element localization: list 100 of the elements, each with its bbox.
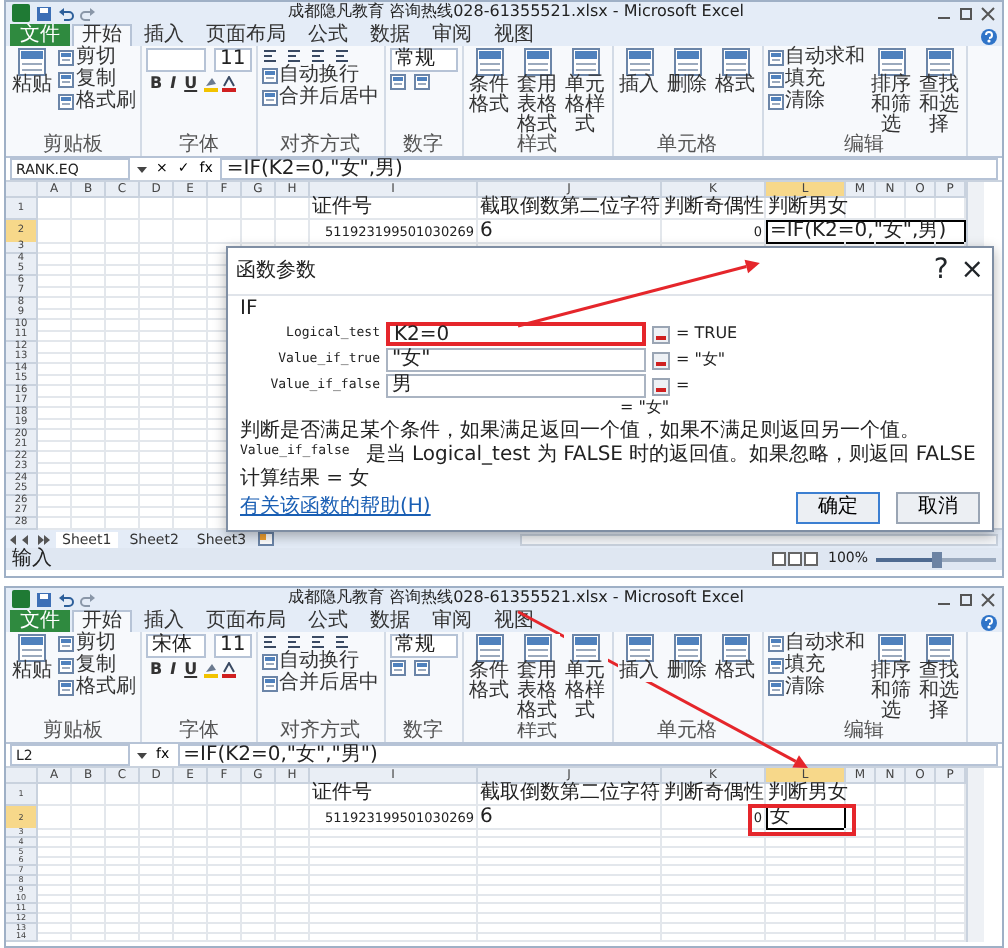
- sheet-navigation-icon[interactable]: [10, 533, 50, 545]
- ribbon-button[interactable]: 清除: [767, 678, 866, 698]
- file-tab[interactable]: 文件: [10, 24, 70, 46]
- font-size-field[interactable]: 11: [214, 634, 252, 658]
- active-cell[interactable]: 女: [766, 806, 846, 830]
- ribbon-tab[interactable]: 页面布局: [196, 610, 296, 632]
- ribbon-button[interactable]: 排序和筛选: [869, 48, 914, 136]
- format-button[interactable]: I: [166, 662, 181, 680]
- ribbon-tab[interactable]: 审阅: [422, 610, 482, 632]
- caret-icon[interactable]: [136, 749, 148, 761]
- ribbon-tab[interactable]: 插入: [134, 610, 194, 632]
- help-link[interactable]: 有关该函数的帮助(H): [240, 496, 431, 519]
- ribbon-button[interactable]: 单元格样式: [563, 48, 608, 136]
- collapse-icon[interactable]: [652, 377, 670, 395]
- ribbon-button[interactable]: 条件格式: [467, 634, 512, 702]
- horizontal-scrollbar[interactable]: [520, 533, 998, 545]
- ribbon-button[interactable]: 自动换行: [261, 66, 380, 86]
- align-icon[interactable]: [261, 48, 278, 64]
- help-icon[interactable]: [980, 28, 998, 46]
- close-icon[interactable]: [980, 5, 996, 21]
- dialog-button[interactable]: 取消: [896, 491, 980, 524]
- file-tab[interactable]: 文件: [10, 610, 70, 632]
- ribbon-button[interactable]: 插入: [617, 48, 662, 96]
- ribbon-button[interactable]: 填充: [767, 656, 866, 676]
- ribbon-tab[interactable]: 开始: [72, 24, 132, 46]
- number-format-field[interactable]: 常规: [389, 634, 458, 658]
- ribbon-button[interactable]: 剪切: [58, 634, 136, 654]
- number-format-field[interactable]: 常规: [389, 48, 458, 72]
- formula-field[interactable]: =IF(K2=0,"女",男): [220, 158, 998, 180]
- ribbon-tab[interactable]: 公式: [298, 610, 358, 632]
- ribbon-tab[interactable]: 视图: [484, 24, 544, 46]
- align-icon[interactable]: [285, 634, 302, 650]
- ribbon-button[interactable]: 删除: [665, 634, 710, 682]
- zoom-thumb[interactable]: [931, 551, 941, 567]
- ribbon-button[interactable]: 粘贴: [10, 48, 54, 96]
- ribbon-button[interactable]: 自动换行: [261, 652, 380, 672]
- active-cell[interactable]: =IF(K2=0,"女",男): [766, 220, 966, 244]
- ribbon-button[interactable]: 粘贴: [10, 634, 54, 682]
- ribbon-button[interactable]: 清除: [767, 92, 866, 112]
- ribbon-button[interactable]: 套用表格格式: [515, 48, 560, 136]
- format-button[interactable]: U: [180, 662, 202, 680]
- ribbon-button[interactable]: 复制: [58, 656, 136, 676]
- font-color-icon[interactable]: [219, 76, 238, 94]
- align-icon[interactable]: [261, 634, 278, 650]
- ribbon-button[interactable]: 查找和选择: [917, 48, 962, 136]
- ribbon-tab[interactable]: 公式: [298, 24, 358, 46]
- maximize-icon[interactable]: [958, 591, 974, 607]
- ribbon-button[interactable]: 格式: [713, 634, 758, 682]
- align-icon[interactable]: [333, 634, 350, 650]
- close-icon[interactable]: [980, 591, 996, 607]
- vertical-scrollbar[interactable]: [966, 768, 984, 942]
- ribbon-button[interactable]: 格式: [713, 48, 758, 96]
- argument-field[interactable]: 男: [386, 374, 646, 398]
- save-icon[interactable]: [36, 591, 52, 607]
- undo-icon[interactable]: [58, 591, 74, 607]
- format-button[interactable]: U: [180, 76, 202, 94]
- format-button[interactable]: I: [166, 76, 181, 94]
- undo-icon[interactable]: [58, 5, 74, 21]
- ribbon-tab[interactable]: 数据: [360, 610, 420, 632]
- formula-field[interactable]: =IF(K2=0,"女","男"): [177, 744, 998, 766]
- caret-icon[interactable]: [136, 163, 148, 175]
- ribbon-button[interactable]: 排序和筛选: [869, 634, 914, 722]
- ribbon-button[interactable]: 条件格式: [467, 48, 512, 116]
- font-size-field[interactable]: 11: [214, 48, 252, 72]
- fill-color-icon[interactable]: [201, 76, 220, 94]
- save-icon[interactable]: [36, 5, 52, 21]
- format-button[interactable]: B: [146, 76, 167, 94]
- ribbon-tab[interactable]: 审阅: [422, 24, 482, 46]
- dialog-button[interactable]: 确定: [796, 491, 880, 524]
- ribbon-button[interactable]: 单元格样式: [563, 634, 608, 722]
- help-icon[interactable]: [980, 614, 998, 632]
- ribbon-button[interactable]: 格式刷: [58, 678, 136, 698]
- argument-field[interactable]: K2=0: [386, 322, 646, 346]
- view-icon[interactable]: [771, 552, 820, 566]
- ribbon-tab[interactable]: 数据: [360, 24, 420, 46]
- close-button[interactable]: ×: [960, 250, 984, 292]
- ribbon-button[interactable]: 合并后居中: [261, 88, 380, 108]
- ribbon-button[interactable]: 合并后居中: [261, 674, 380, 694]
- align-icon[interactable]: [333, 48, 350, 64]
- font-name-field[interactable]: 宋体: [146, 634, 206, 658]
- ribbon-button[interactable]: 插入: [617, 634, 662, 682]
- ribbon-button[interactable]: 套用表格格式: [515, 634, 560, 722]
- collapse-icon[interactable]: [652, 351, 670, 369]
- ribbon-button[interactable]: 复制: [58, 70, 136, 90]
- collapse-icon[interactable]: [652, 325, 670, 343]
- ribbon-button[interactable]: 剪切: [58, 48, 136, 68]
- ribbon-button[interactable]: 填充: [767, 70, 866, 90]
- ribbon-button[interactable]: 自动求和: [767, 634, 866, 654]
- fill-color-icon[interactable]: [201, 662, 220, 680]
- ribbon-button[interactable]: 自动求和: [767, 48, 866, 68]
- ribbon-tab[interactable]: 开始: [72, 610, 132, 632]
- help-button[interactable]: ?: [933, 250, 949, 292]
- maximize-icon[interactable]: [958, 5, 974, 21]
- font-name-field[interactable]: [146, 48, 206, 72]
- ribbon-button[interactable]: 格式刷: [58, 92, 136, 112]
- align-icon[interactable]: [285, 48, 302, 64]
- ribbon-tab[interactable]: 插入: [134, 24, 194, 46]
- ribbon-button[interactable]: 删除: [665, 48, 710, 96]
- align-icon[interactable]: [309, 48, 326, 64]
- align-icon[interactable]: [309, 634, 326, 650]
